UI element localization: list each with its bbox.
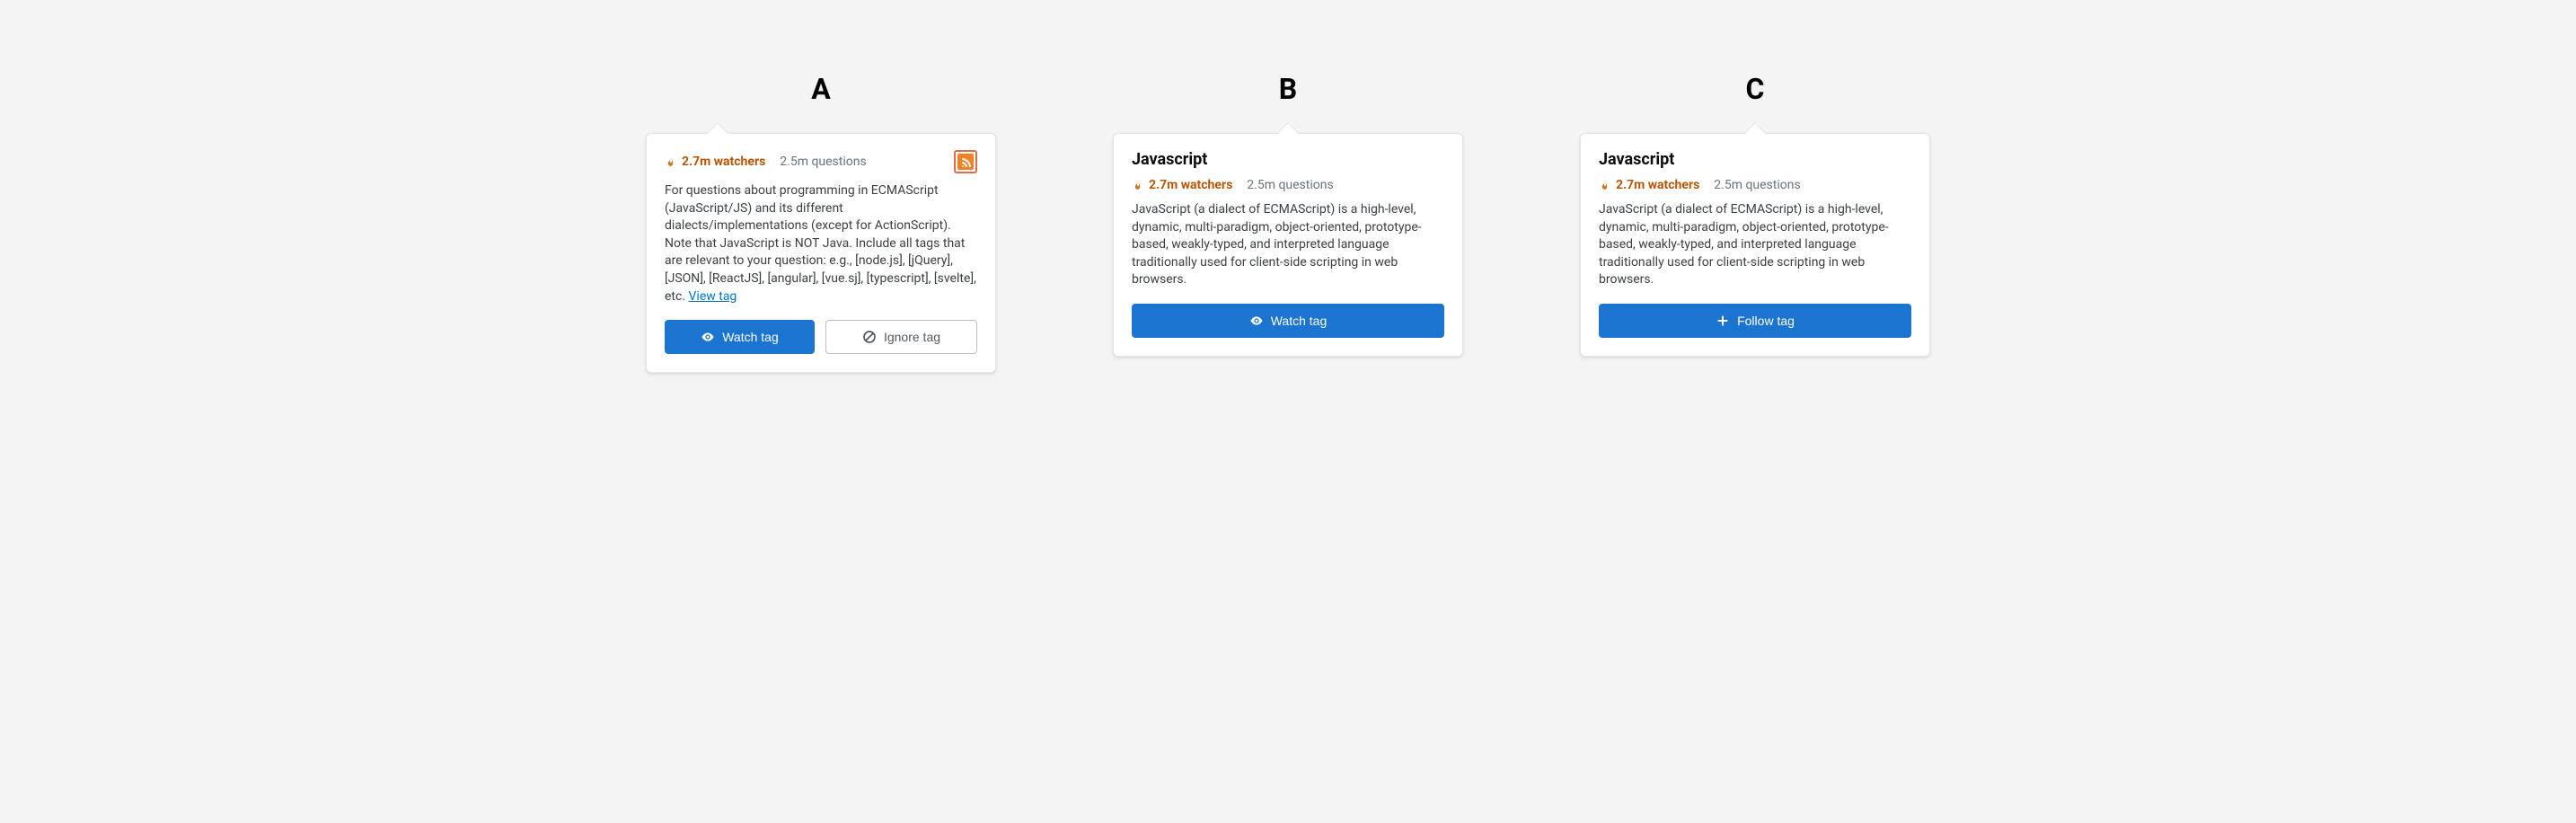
meta-row: 2.7m watchers 2.5m questions [1132, 178, 1444, 192]
rss-button[interactable] [954, 150, 977, 173]
fire-icon [1132, 179, 1143, 192]
card-pointer [1743, 122, 1766, 145]
rss-icon [957, 154, 974, 170]
tag-description: JavaScript (a dialect of ECMAScript) is … [1599, 201, 1911, 289]
card-a: 2.7m watchers 2.5m questions For questio… [646, 133, 996, 373]
ignore-tag-button[interactable]: Ignore tag [825, 320, 977, 354]
questions-count: 2.5m questions [780, 155, 866, 169]
tag-description: JavaScript (a dialect of ECMAScript) is … [1132, 201, 1444, 289]
fire-icon [1599, 179, 1610, 192]
panel-label-c: C [1746, 72, 1765, 106]
card-pointer [1276, 122, 1299, 145]
eye-icon [701, 330, 715, 344]
panel-label-b: B [1279, 72, 1297, 106]
watch-tag-button[interactable]: Watch tag [665, 320, 815, 354]
watchers-count: 2.7m watchers [1616, 178, 1699, 192]
questions-count: 2.5m questions [1714, 178, 1800, 192]
tag-title: Javascript [1132, 150, 1444, 169]
eye-icon [1249, 314, 1264, 328]
watchers-count: 2.7m watchers [1149, 178, 1232, 192]
follow-tag-button[interactable]: Follow tag [1599, 304, 1911, 338]
follow-tag-label: Follow tag [1737, 314, 1795, 328]
panel-label-a: A [811, 72, 831, 106]
watch-tag-label: Watch tag [722, 330, 779, 344]
ignore-tag-label: Ignore tag [884, 330, 940, 344]
fire-icon [665, 155, 676, 169]
desc-text: For questions about programming in ECMAS… [665, 183, 976, 304]
watch-tag-button[interactable]: Watch tag [1132, 304, 1444, 338]
meta-row: 2.7m watchers 2.5m questions [1599, 178, 1911, 192]
card-c: Javascript 2.7m watchers 2.5m questions … [1580, 133, 1930, 357]
tag-title: Javascript [1599, 150, 1911, 169]
card-pointer [706, 122, 728, 145]
watchers-count: 2.7m watchers [682, 155, 765, 169]
plus-icon [1716, 314, 1730, 328]
questions-count: 2.5m questions [1247, 178, 1333, 192]
meta-row: 2.7m watchers 2.5m questions [665, 150, 977, 173]
card-b: Javascript 2.7m watchers 2.5m questions … [1113, 133, 1463, 357]
watch-tag-label: Watch tag [1271, 314, 1328, 328]
view-tag-link[interactable]: View tag [689, 289, 737, 304]
tag-description: For questions about programming in ECMAS… [665, 182, 977, 305]
ignore-icon [862, 330, 877, 344]
